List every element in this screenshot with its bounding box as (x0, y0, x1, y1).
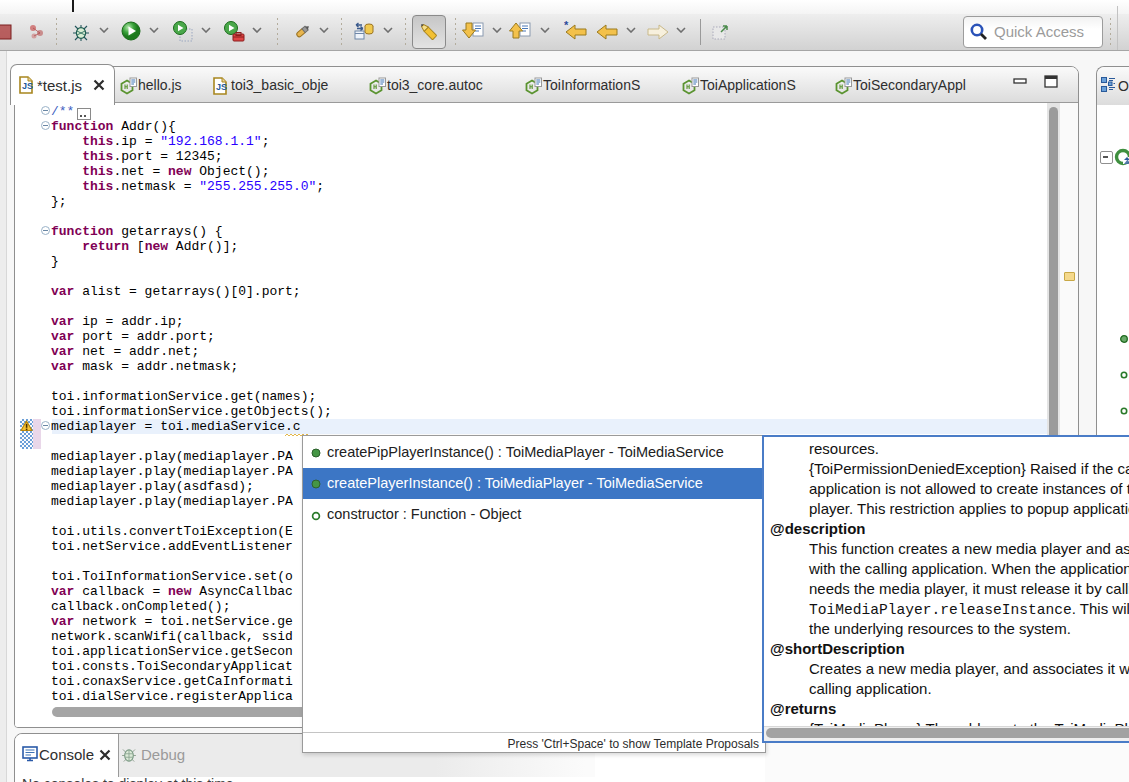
svg-text:*: * (564, 20, 569, 31)
